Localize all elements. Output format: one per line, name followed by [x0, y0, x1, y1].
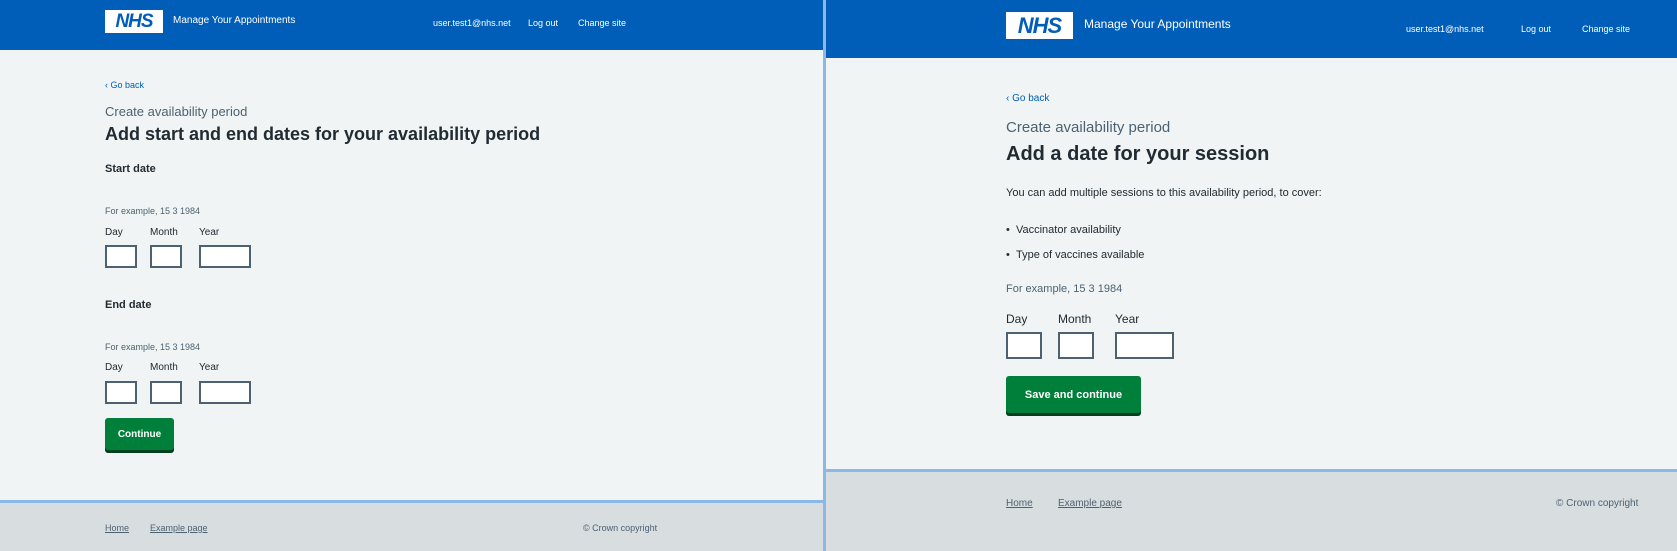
day-input[interactable]	[1006, 332, 1042, 359]
footer-link-home[interactable]: Home	[105, 523, 129, 533]
start-month-label: Month	[150, 227, 178, 238]
date-hint: For example, 15 3 1984	[1006, 283, 1123, 295]
year-input[interactable]	[1115, 332, 1174, 359]
end-day-label: Day	[105, 362, 123, 373]
bullet-icon: •	[1006, 224, 1016, 236]
start-year-label: Year	[199, 227, 220, 238]
start-month-input[interactable]	[150, 245, 182, 268]
service-name[interactable]: Manage Your Appointments	[173, 15, 295, 26]
list-item: • Type of vaccines available	[1006, 249, 1145, 261]
day-label: Day	[1006, 312, 1028, 326]
screen-create-availability-dates: NHS Manage Your Appointments user.test1@…	[0, 0, 823, 551]
change-site-link[interactable]: Change site	[578, 18, 626, 28]
logout-link[interactable]: Log out	[1521, 24, 1551, 34]
continue-button[interactable]: Continue	[105, 418, 174, 450]
start-year-input[interactable]	[199, 245, 251, 268]
nhs-logo[interactable]: NHS	[105, 10, 163, 33]
back-link-label: Go back	[1012, 93, 1050, 104]
page-caption: Create availability period	[105, 104, 248, 119]
change-site-link[interactable]: Change site	[1582, 24, 1630, 34]
back-link[interactable]: ‹ Go back	[1006, 93, 1049, 104]
month-label: Month	[1058, 312, 1092, 326]
page-caption: Create availability period	[1006, 119, 1171, 136]
list-item: • Vaccinator availability	[1006, 224, 1121, 236]
screen-add-session-date: NHS Manage Your Appointments user.test1@…	[826, 0, 1677, 551]
service-name[interactable]: Manage Your Appointments	[1084, 17, 1231, 31]
header: NHS Manage Your Appointments user.test1@…	[0, 0, 823, 50]
copyright: © Crown copyright	[1556, 498, 1639, 509]
start-date-hint: For example, 15 3 1984	[105, 206, 201, 216]
end-date-legend: End date	[105, 299, 152, 311]
end-year-label: Year	[199, 362, 220, 373]
end-month-label: Month	[150, 362, 178, 373]
user-email: user.test1@nhs.net	[433, 18, 511, 28]
save-and-continue-button[interactable]: Save and continue	[1006, 376, 1141, 413]
nhs-logo[interactable]: NHS	[1006, 12, 1073, 39]
user-email: user.test1@nhs.net	[1406, 24, 1484, 34]
end-day-input[interactable]	[105, 381, 137, 404]
end-month-input[interactable]	[150, 381, 182, 404]
year-label: Year	[1115, 312, 1140, 326]
back-link-label: Go back	[110, 80, 145, 90]
start-day-label: Day	[105, 227, 123, 238]
bullet-icon: •	[1006, 249, 1016, 261]
copyright: © Crown copyright	[583, 523, 658, 533]
page-title: Add a date for your session	[1006, 143, 1270, 165]
footer-link-example[interactable]: Example page	[150, 523, 208, 533]
footer: Home Example page © Crown copyright	[826, 469, 1677, 551]
header: NHS Manage Your Appointments user.test1@…	[826, 0, 1677, 58]
month-input[interactable]	[1058, 332, 1094, 359]
footer-link-example[interactable]: Example page	[1058, 498, 1122, 509]
start-date-legend: Start date	[105, 163, 156, 175]
footer: Home Example page © Crown copyright	[0, 500, 823, 551]
logout-link[interactable]: Log out	[528, 18, 558, 28]
end-date-hint: For example, 15 3 1984	[105, 342, 201, 352]
start-day-input[interactable]	[105, 245, 137, 268]
end-year-input[interactable]	[199, 381, 251, 404]
page-title: Add start and end dates for your availab…	[105, 124, 541, 144]
intro-text: You can add multiple sessions to this av…	[1006, 187, 1322, 199]
footer-link-home[interactable]: Home	[1006, 498, 1033, 509]
back-link[interactable]: ‹ Go back	[105, 80, 144, 90]
